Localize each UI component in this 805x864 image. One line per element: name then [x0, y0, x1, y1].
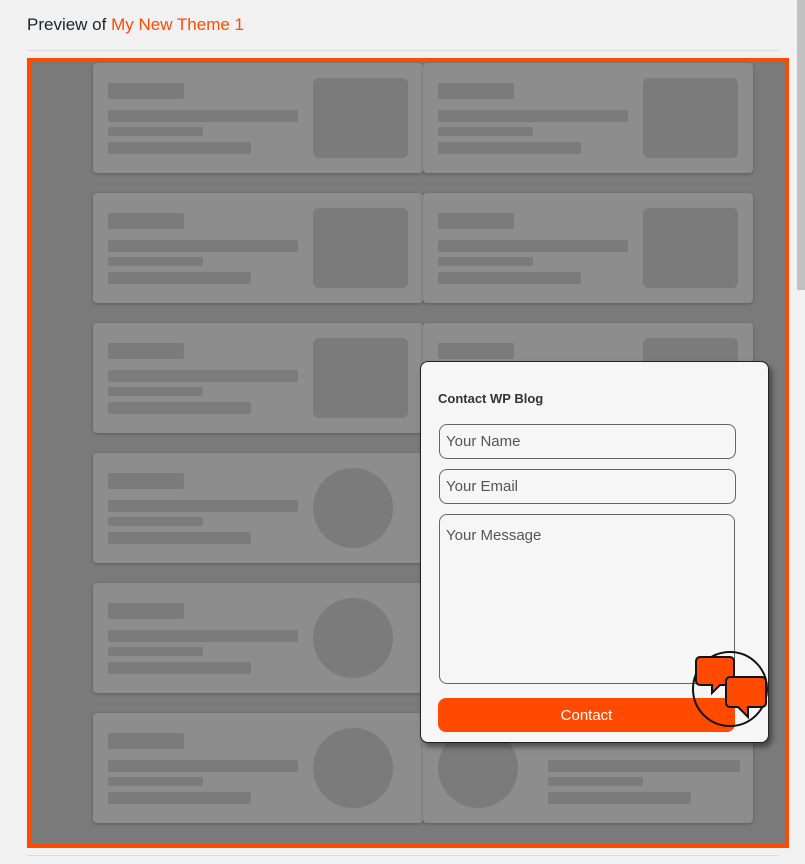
preview-card	[423, 193, 753, 303]
skeleton-title	[108, 603, 184, 619]
preview-card	[423, 63, 753, 173]
skeleton-title	[108, 473, 184, 489]
skeleton-thumbnail	[313, 338, 408, 418]
preview-card	[93, 713, 423, 823]
preview-card	[93, 453, 423, 563]
contact-submit-button[interactable]: Contact	[438, 698, 735, 732]
chat-bubbles-icon	[695, 656, 767, 720]
skeleton-line	[438, 110, 628, 122]
header-divider	[27, 50, 779, 51]
skeleton-line	[108, 370, 298, 382]
skeleton-title	[108, 343, 184, 359]
skeleton-avatar	[313, 728, 393, 808]
preview-card	[93, 193, 423, 303]
skeleton-title	[108, 83, 184, 99]
skeleton-line	[108, 760, 298, 772]
skeleton-line	[108, 402, 251, 414]
skeleton-line	[108, 272, 251, 284]
skeleton-line	[108, 257, 203, 266]
skeleton-title	[438, 213, 514, 229]
theme-name: My New Theme 1	[111, 15, 245, 34]
skeleton-line	[108, 532, 251, 544]
preview-prefix: Preview of	[27, 15, 107, 34]
skeleton-line	[438, 272, 581, 284]
skeleton-line	[108, 110, 298, 122]
skeleton-line	[108, 777, 203, 786]
page-scrollbar[interactable]	[797, 0, 805, 864]
footer-divider	[27, 855, 779, 856]
skeleton-line	[438, 127, 533, 136]
preview-card	[93, 323, 423, 433]
skeleton-thumbnail	[643, 208, 738, 288]
skeleton-line	[108, 500, 298, 512]
scrollbar-thumb[interactable]	[797, 0, 805, 290]
page-title: Preview of My New Theme 1	[27, 14, 244, 36]
skeleton-thumbnail	[313, 78, 408, 158]
chat-launcher-button[interactable]	[692, 651, 768, 727]
message-textarea[interactable]	[439, 514, 735, 684]
skeleton-avatar	[313, 598, 393, 678]
skeleton-line	[108, 127, 203, 136]
skeleton-line	[108, 142, 251, 154]
skeleton-line	[108, 792, 251, 804]
skeleton-title	[438, 343, 514, 359]
preview-card	[93, 63, 423, 173]
skeleton-line	[108, 647, 203, 656]
email-input[interactable]	[439, 469, 736, 504]
skeleton-thumbnail	[643, 78, 738, 158]
skeleton-line	[438, 142, 581, 154]
preview-card	[93, 583, 423, 693]
skeleton-line	[438, 240, 628, 252]
skeleton-line	[548, 760, 740, 772]
contact-form-title: Contact WP Blog	[438, 391, 544, 406]
skeleton-title	[108, 733, 184, 749]
skeleton-line	[108, 517, 203, 526]
name-input[interactable]	[439, 424, 736, 459]
skeleton-thumbnail	[313, 208, 408, 288]
skeleton-line	[438, 257, 533, 266]
skeleton-line	[108, 240, 298, 252]
skeleton-line	[108, 662, 251, 674]
skeleton-title	[438, 83, 514, 99]
skeleton-title	[108, 213, 184, 229]
skeleton-line	[548, 792, 691, 804]
skeleton-line	[108, 630, 298, 642]
skeleton-avatar	[313, 468, 393, 548]
skeleton-line	[108, 387, 203, 396]
skeleton-line	[548, 777, 643, 786]
